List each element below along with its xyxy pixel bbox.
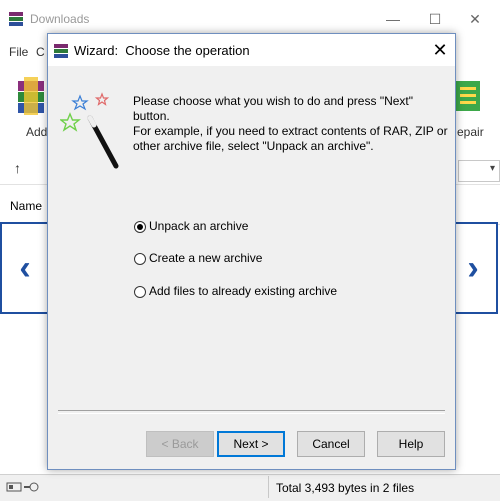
chevron-down-icon: ▾ <box>489 163 495 174</box>
add-archive-icon[interactable] <box>14 75 48 119</box>
back-button[interactable]: < Back <box>146 431 214 457</box>
status-text: Total 3,493 bytes in 2 files <box>276 481 415 495</box>
background-window-title: Downloads <box>30 12 90 26</box>
instructions-line-1: Please choose what you wish to do and pr… <box>133 94 414 123</box>
radio-button[interactable] <box>134 286 146 298</box>
option-label[interactable]: Unpack an archive <box>149 219 248 233</box>
repair-icon[interactable] <box>453 77 483 115</box>
winrar-dialog-icon <box>54 44 68 58</box>
maximize-button[interactable]: ☐ <box>420 8 450 30</box>
previous-arrow-button[interactable]: ‹ <box>0 222 50 314</box>
help-button[interactable]: Help <box>377 431 445 457</box>
repair-toolbar-label[interactable]: epair <box>457 125 484 139</box>
up-folder-icon[interactable]: ↑ <box>14 160 21 176</box>
minimize-button[interactable]: — <box>378 8 408 30</box>
wizard-dialog: Wizard: Choose the operation ✕ Please ch… <box>47 33 456 470</box>
radio-button-selected[interactable] <box>134 221 146 233</box>
dialog-close-button[interactable]: ✕ <box>428 38 452 62</box>
status-divider <box>268 476 269 498</box>
status-bar <box>0 474 500 501</box>
magic-wand-icon <box>60 92 119 169</box>
dialog-title: Wizard: Choose the operation <box>74 43 250 58</box>
instructions-text: Please choose what you wish to do and pr… <box>133 94 451 154</box>
menu-commands[interactable]: C <box>36 45 45 59</box>
dialog-separator <box>58 410 445 414</box>
next-button[interactable]: Next > <box>217 431 285 457</box>
path-dropdown[interactable]: ▾ <box>458 160 500 182</box>
radio-button[interactable] <box>134 253 146 265</box>
menu-file[interactable]: File <box>9 45 28 59</box>
option-label[interactable]: Create a new archive <box>149 251 262 265</box>
winrar-app-icon <box>9 12 23 26</box>
instructions-line-2: For example, if you need to extract cont… <box>133 124 448 153</box>
window-close-button[interactable]: ✕ <box>460 8 490 30</box>
cancel-button[interactable]: Cancel <box>297 431 365 457</box>
option-label[interactable]: Add files to already existing archive <box>149 284 337 298</box>
drive-status-icon <box>6 482 39 492</box>
column-header-name[interactable]: Name <box>10 199 42 213</box>
add-toolbar-label[interactable]: Add <box>26 125 47 139</box>
